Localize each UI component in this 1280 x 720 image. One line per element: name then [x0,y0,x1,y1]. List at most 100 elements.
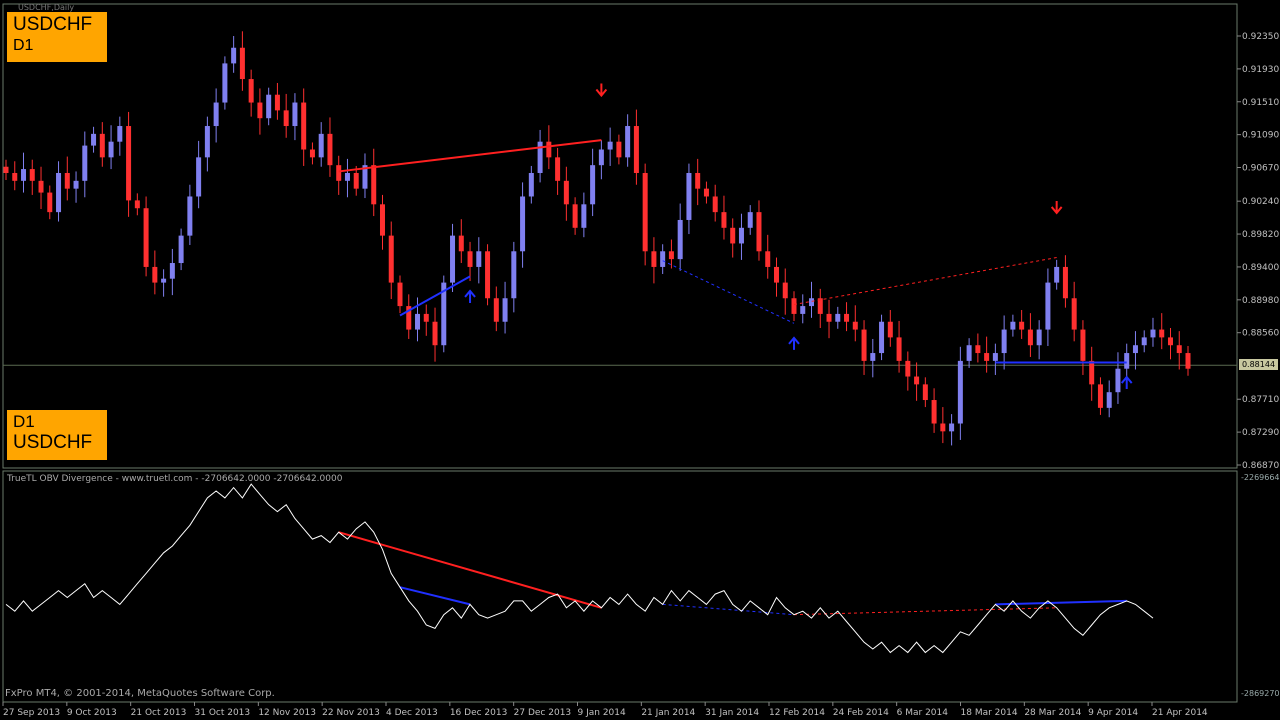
date-tick-label: 31 Jan 2014 [705,708,759,718]
candle-body [38,180,44,193]
candle-body [1176,345,1182,354]
candle-body [274,94,280,111]
candle-body [887,321,893,338]
candle-body [371,165,377,205]
candle-body [1167,337,1173,346]
candle-body [563,180,569,205]
candle-body [266,94,272,119]
candle-body [625,126,631,158]
candle-body [493,298,499,322]
candle-body [528,172,534,197]
candle-body [800,306,806,314]
price-tick-label: 0.90670 [1242,164,1279,174]
price-tick-label: 0.89400 [1242,263,1279,273]
candle-body [852,321,858,330]
price-tick-label: 0.87290 [1242,428,1279,438]
candle-body [12,172,18,181]
candle-body [379,204,385,236]
candle-body [222,63,228,103]
date-tick-label: 21 Jan 2014 [641,708,695,718]
candle-body [21,169,27,181]
date-axis: 27 Sep 2013 9 Oct 2013 21 Oct 2013 31 Oct 2… [2,702,1208,718]
candle-body [616,141,622,158]
candle-body [353,172,359,189]
candle-body [782,282,788,299]
current-price-tag: 0.88144 [1239,359,1278,370]
candle-body [283,110,289,127]
obv-divergence-line [399,586,471,606]
candle-body [642,172,648,252]
candle-body [82,145,88,181]
price-tick-label: 0.91090 [1242,131,1279,141]
obv-line [5,483,1154,654]
candle-body [423,313,429,322]
candle-body [73,180,79,189]
candle-body [791,298,797,314]
candle-body [695,172,701,189]
price-tick-label: 0.88980 [1242,296,1279,306]
candle-body [581,204,587,228]
candle-body [415,313,421,330]
price-divergence-line [793,257,1057,306]
date-tick-label: 21 Oct 2013 [131,708,187,718]
candle-body [432,321,438,346]
candle-body [187,196,193,236]
candle-body [309,149,315,158]
candle-body [1141,337,1147,346]
date-tick-label: 27 Sep 2013 [3,708,60,718]
price-tick-label: 0.88560 [1242,329,1279,339]
candle-body [773,266,779,283]
date-tick-label: 22 Nov 2013 [322,708,380,718]
candle-body [1045,282,1051,330]
chart-title: USDCHF,Daily [18,3,75,12]
price-tick-label: 0.90240 [1242,197,1279,207]
candle-body [1062,266,1068,299]
candle-body [196,157,202,197]
candle-body [64,172,70,189]
date-tick-label: 4 Dec 2013 [386,708,438,718]
candle-body [56,172,62,213]
candle-body [546,141,552,158]
candle-body [336,165,342,181]
candle-body [1150,329,1156,338]
obv-divergence-line [793,607,1057,616]
candle-body [134,200,140,209]
badge-symbol: USDCHF [13,14,93,35]
badge-timeframe: D1 [13,37,34,54]
candle-body [703,188,709,197]
date-tick-label: 21 Apr 2014 [1152,708,1208,718]
candle-body [1019,321,1025,330]
sell-arrow-icon [595,83,608,98]
candle-body [598,149,604,166]
candle-body [677,219,683,260]
candle-body [485,251,491,299]
candle-body [590,165,596,205]
candle-body [1132,345,1138,354]
divergence-lines [338,139,1127,616]
candle-body [660,251,666,267]
candle-body [318,133,324,158]
obv-indicator-line [5,483,1154,654]
date-tick-label: 12 Nov 2013 [258,708,316,718]
candle-body [1185,353,1191,369]
obv-divergence-line [662,603,795,616]
chart-canvas[interactable]: 0.92350 0.91930 0.91510 0.91090 0.90670 0.902… [0,0,1280,720]
candle-body [458,235,464,252]
candle-body [922,384,928,401]
candle-body [91,133,97,146]
candle-body [327,133,333,166]
candle-body [992,353,998,361]
price-tick-label: 0.91930 [1242,65,1279,75]
candle-body [844,313,850,322]
candle-body [117,126,123,142]
candle-body [3,166,9,173]
candle-body [633,126,639,173]
candle-body [765,251,771,267]
copyright-text: FxPro MT4, © 2001-2014, MetaQuotes Softw… [5,688,275,699]
date-tick-label: 18 Mar 2014 [961,708,1018,718]
candle-body [1036,329,1042,346]
buy-arrow-icon [788,336,800,350]
badge-timeframe: D1 [13,412,35,431]
date-tick-label: 9 Oct 2013 [67,708,117,718]
candle-body [712,196,718,213]
